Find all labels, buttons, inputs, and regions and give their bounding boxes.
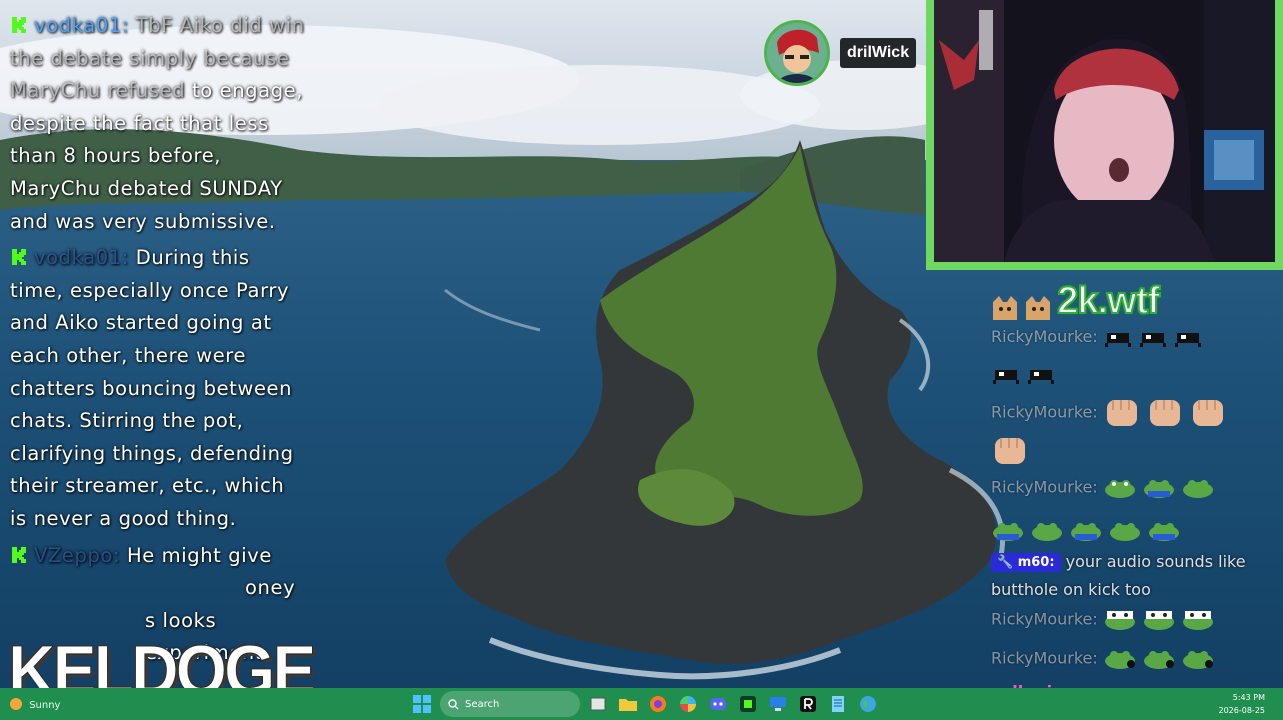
folder-icon [619, 699, 637, 711]
taskbar-apps: Search [410, 691, 880, 717]
photos-button[interactable] [676, 692, 700, 716]
fist-emote-icon [1106, 400, 1137, 426]
chat-username: RickyMourke: [991, 609, 1098, 629]
chat-message-text-continued: butthole on kick too [991, 580, 1151, 599]
webcam-image [934, 0, 1275, 262]
chat-message-text: your audio sounds like [1065, 552, 1246, 571]
pepe-emote-icon [993, 523, 1023, 541]
pepe-emote-icon [1071, 523, 1102, 541]
cow-emote-icon [993, 369, 1019, 384]
taskbar: Sunny Search 5:43 PM 2026-08-25 [0, 688, 1283, 720]
cow-emote-icon [1175, 332, 1202, 347]
chat-username: VZeppo: [34, 543, 121, 567]
sun-icon [10, 698, 22, 710]
pepe-emote-icon [1104, 480, 1135, 498]
globe-icon [860, 696, 876, 712]
pepe-emote-icon [1183, 611, 1214, 630]
notepad-icon [832, 696, 844, 712]
discord-icon [710, 698, 726, 710]
cat-emote-icon [993, 295, 1017, 320]
pepe-emote-icon [1143, 651, 1174, 669]
chat-message: RickyMourke: [991, 477, 1215, 499]
search-icon [448, 698, 459, 709]
chat-overlay-right: 2k.wtf RickyMourke: RickyMourke: RickyMo… [991, 272, 1283, 701]
chat-message: RickyMourke: [991, 327, 1203, 347]
weather-label: Sunny [29, 700, 61, 711]
kick-logo-icon [12, 17, 26, 33]
chat-message: vodka01: During this time, especially on… [10, 242, 305, 535]
chat-username: RickyMourke: [991, 402, 1098, 422]
chat-username: RickyMourke: [991, 477, 1098, 497]
notepad-button[interactable] [826, 692, 850, 716]
clock-date: 2026-08-25 [1218, 706, 1266, 715]
pepe-emote-icon [1110, 523, 1141, 541]
monitor-icon [770, 697, 786, 711]
kick-logo-icon [12, 546, 26, 563]
twok-emote-text: 2k.wtf [1056, 279, 1161, 323]
moderator-badge: 🔧 m60: [991, 553, 1061, 572]
start-button[interactable] [410, 692, 434, 716]
pepe-emote-icon [1183, 480, 1214, 498]
pepe-emote-icon [1143, 611, 1174, 630]
chat-message-text: During this time, especially once Parry … [10, 246, 294, 530]
windows-logo-icon [413, 695, 431, 713]
clock-time: 5:43 PM [1232, 693, 1265, 702]
r-app-button[interactable] [796, 692, 820, 716]
weather-widget[interactable]: Sunny [10, 698, 60, 711]
firefox-button[interactable] [646, 692, 670, 716]
avatar [764, 20, 830, 86]
globe-app-button[interactable] [856, 692, 880, 716]
search-label: Search [465, 698, 500, 710]
webcam-feed [926, 0, 1283, 270]
task-view-button[interactable] [586, 692, 610, 716]
cow-emote-icon [1104, 332, 1131, 347]
chat-message: vodka01: TbF Aiko did win the debate sim… [10, 10, 305, 238]
pepe-emote-icon [1143, 480, 1174, 498]
system-clock[interactable]: 5:43 PM 2026-08-25 [1219, 691, 1266, 717]
file-explorer-button[interactable] [616, 692, 640, 716]
chat-username: RickyMourke: [991, 648, 1098, 668]
app-button[interactable] [736, 692, 760, 716]
featured-username: drilWick [840, 38, 917, 68]
pepe-emote-icon [1183, 651, 1214, 669]
chat-message-continued [991, 520, 1181, 542]
app-icon [740, 696, 756, 712]
chat-message: 2k.wtf [991, 279, 1161, 324]
chat-message: RickyMourke: [991, 394, 1227, 432]
taskbar-search[interactable]: Search [440, 691, 580, 717]
chat-message: RickyMourke: [991, 648, 1215, 670]
pepe-emote-icon [1032, 523, 1063, 541]
wrench-icon: 🔧 [997, 555, 1014, 570]
pepe-emote-icon [1104, 611, 1135, 630]
chat-username: RickyMourke: [991, 327, 1098, 346]
chat-message: 🔧 m60: your audio sounds like [991, 552, 1246, 572]
kick-logo-icon [12, 249, 26, 266]
fist-emote-icon [995, 438, 1025, 464]
remote-desktop-button[interactable] [766, 692, 790, 716]
cow-emote-icon [1139, 332, 1166, 347]
chat-message: RickyMourke: [991, 609, 1215, 631]
chat-message-continued [991, 432, 1029, 470]
pinwheel-icon [680, 696, 696, 712]
chat-message-text: He might give [126, 543, 272, 567]
fist-emote-icon [1149, 400, 1180, 426]
fist-emote-icon [1193, 400, 1224, 426]
discord-button[interactable] [706, 692, 730, 716]
chat-message-text-continued: oney [245, 576, 296, 600]
r-letter-icon [800, 696, 816, 712]
chat-message-text: to engage, despite the fact that less th… [10, 79, 304, 233]
chat-username: vodka01: [34, 246, 129, 270]
pepe-emote-icon [1149, 523, 1180, 541]
pepe-emote-icon [1104, 651, 1135, 669]
chat-username: vodka01: [34, 14, 129, 37]
cow-emote-icon [1028, 369, 1055, 384]
firefox-icon [650, 696, 666, 712]
cat-emote-icon [1026, 295, 1051, 320]
task-view-icon [590, 697, 606, 711]
chat-overlay-left: vodka01: TbF Aiko did win the debate sim… [10, 10, 305, 674]
chat-message-continued [991, 364, 1056, 384]
